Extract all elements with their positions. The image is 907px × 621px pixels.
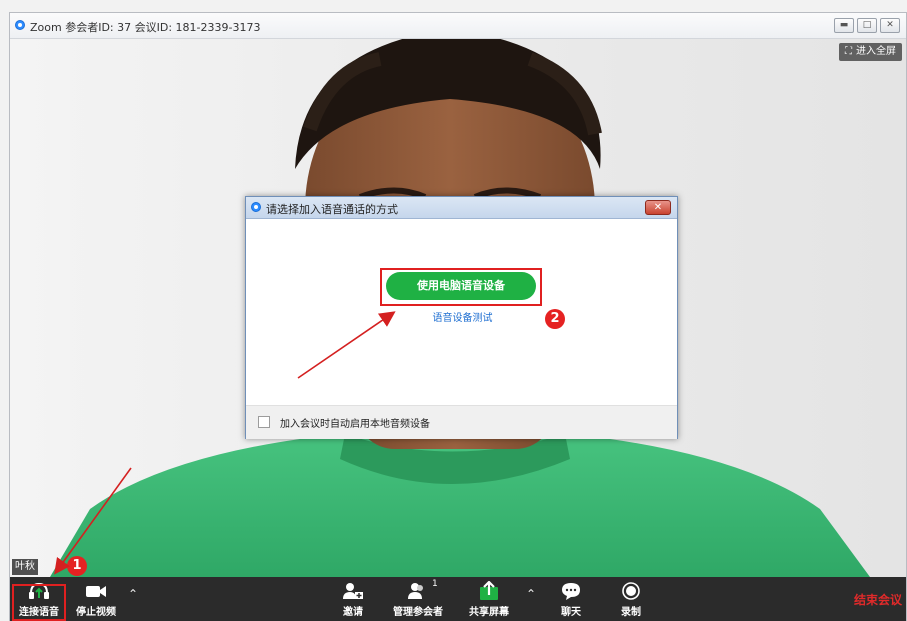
arrow-to-computer-audio: [297, 311, 396, 379]
arrow-to-join-audio: [54, 467, 132, 575]
annotation-arrows: [54, 311, 396, 575]
